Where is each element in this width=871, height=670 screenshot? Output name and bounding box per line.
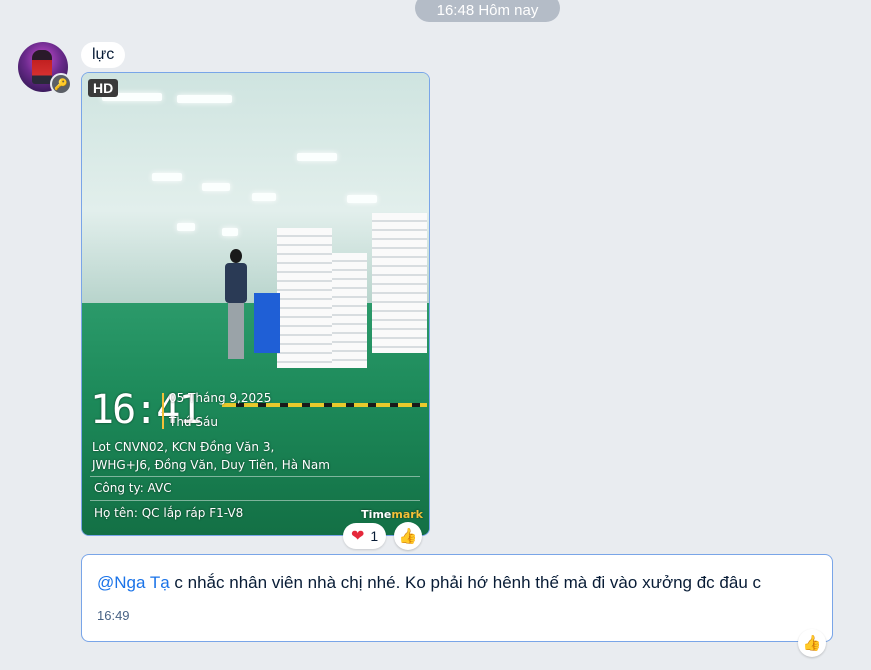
- blue-crate: [254, 293, 280, 353]
- worker-figure: [225, 249, 247, 359]
- thumbs-up-icon: 👍: [802, 635, 822, 652]
- foam-stack: [332, 253, 367, 368]
- message-text: @Nga Tạ c nhắc nhân viên nhà chị nhé. Ko…: [97, 573, 817, 593]
- overlay-weekday: Thứ Sáu: [169, 415, 218, 429]
- overlay-address: Lot CNVN02, KCN Đồng Văn 3, JWHG+J6, Đồn…: [92, 438, 332, 474]
- overlay-divider: [90, 500, 420, 501]
- message-text: lực: [92, 46, 115, 63]
- foam-stack: [372, 213, 427, 353]
- date-separator: 16:48 Hôm nay: [415, 0, 560, 22]
- overlay-company: Công ty: AVC: [94, 481, 172, 495]
- overlay-fullname: Họ tên: QC lắp ráp F1-V8: [94, 506, 244, 520]
- overlay-divider: [90, 476, 420, 477]
- thumbs-up-icon: 👍: [398, 528, 418, 545]
- like-button[interactable]: 👍: [394, 522, 422, 550]
- reaction-count: 1: [370, 528, 379, 544]
- overlay-date: 05 Tháng 9,2025: [169, 391, 272, 405]
- heart-icon: ❤: [351, 528, 365, 545]
- message-bubble-text[interactable]: lực: [81, 42, 126, 68]
- message-body: c nhắc nhân viên nhà chị nhé. Ko phải hớ…: [169, 573, 761, 592]
- timemark-overlay: 16:41 05 Tháng 9,2025 Thứ Sáu Lot CNVN02…: [82, 383, 429, 535]
- foam-stack: [277, 228, 332, 368]
- user-avatar-icon: [32, 50, 52, 84]
- image-message[interactable]: HD 16:41 05 Tháng 9,2025 Thứ Sáu Lot CNV…: [81, 72, 430, 536]
- reaction-badge[interactable]: ❤ 1: [343, 523, 387, 549]
- overlay-address-line1: Lot CNVN02, KCN Đồng Văn 3,: [92, 440, 275, 454]
- mention-link[interactable]: @Nga Tạ: [97, 573, 170, 592]
- timemark-logo: Timemark: [361, 508, 423, 521]
- message-timestamp: 16:49: [97, 608, 130, 623]
- hd-badge: HD: [88, 79, 119, 97]
- overlay-separator: [162, 393, 164, 429]
- overlay-address-line2: JWHG+J6, Đồng Văn, Duy Tiên, Hà Nam: [92, 458, 330, 472]
- message-bubble-text[interactable]: @Nga Tạ c nhắc nhân viên nhà chị nhé. Ko…: [81, 554, 833, 642]
- key-icon: 🔑: [50, 73, 72, 95]
- like-button[interactable]: 👍: [798, 629, 826, 657]
